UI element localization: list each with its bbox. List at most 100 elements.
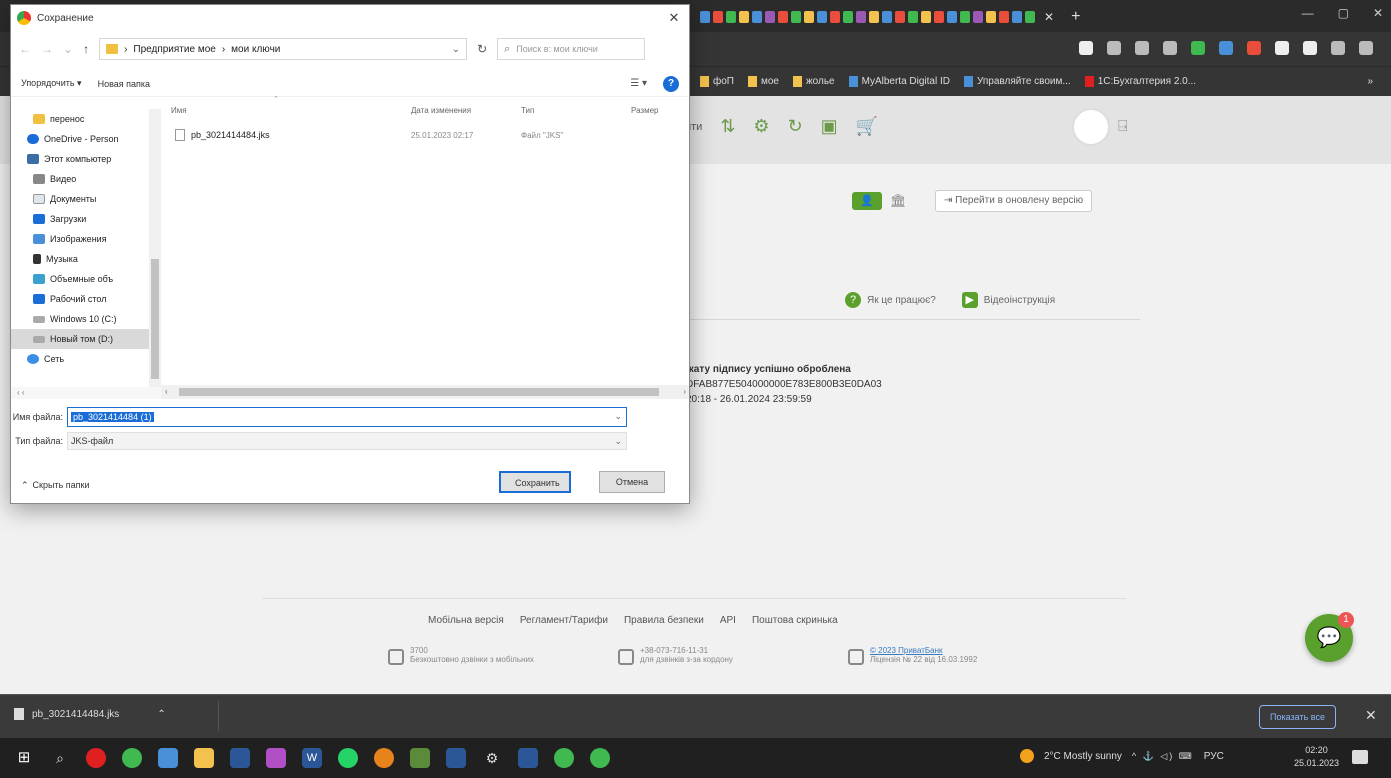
- tab-favicon[interactable]: [791, 11, 801, 23]
- nav-item-3d-objects[interactable]: Объемные объ: [11, 269, 149, 289]
- file-explorer-icon[interactable]: [194, 748, 214, 768]
- video-instructions-link[interactable]: ▶ Відеоінструкція: [961, 292, 1055, 308]
- organize-button[interactable]: Упорядочить ▾: [21, 78, 82, 89]
- tab-favicon[interactable]: [739, 11, 749, 23]
- settings-icon[interactable]: ⚙: [482, 748, 502, 768]
- notification-icon[interactable]: [1352, 750, 1368, 764]
- person-mode-icon[interactable]: 👤: [852, 192, 882, 210]
- footer-link[interactable]: Поштова скринька: [752, 615, 838, 626]
- breadcrumb-item[interactable]: мои ключи: [231, 44, 280, 55]
- bookmark-item[interactable]: жолье: [792, 76, 835, 87]
- breadcrumb-item[interactable]: Предприятие мое: [133, 44, 215, 55]
- settings-icon[interactable]: ⚙: [753, 116, 769, 137]
- opera-icon[interactable]: [86, 748, 106, 768]
- tab-favicon[interactable]: [869, 11, 879, 23]
- tab-favicon[interactable]: [843, 11, 853, 23]
- menu-kebab-icon[interactable]: [1359, 41, 1373, 55]
- tab-favicon[interactable]: [778, 11, 788, 23]
- column-type[interactable]: Тип: [511, 106, 621, 115]
- scrollbar-thumb[interactable]: [151, 259, 159, 379]
- tab-favicon[interactable]: [895, 11, 905, 23]
- tab-close-icon[interactable]: ✕: [1044, 10, 1054, 24]
- nav-item-desktop[interactable]: Рабочий стол: [11, 289, 149, 309]
- refresh-icon[interactable]: ↻: [788, 116, 803, 137]
- bookmarks-more-icon[interactable]: »: [1367, 76, 1373, 87]
- star-icon[interactable]: [1163, 41, 1177, 55]
- close-icon[interactable]: ✕: [659, 10, 689, 26]
- tab-favicon[interactable]: [999, 11, 1009, 23]
- scroll-right-icon[interactable]: ›: [683, 385, 686, 399]
- chrome-icon[interactable]: [554, 748, 574, 768]
- nav-horizontal-scrollbar[interactable]: ‹ ‹: [11, 387, 161, 399]
- tab-favicon[interactable]: [700, 11, 710, 23]
- chat-button[interactable]: 💬 1: [1305, 612, 1354, 662]
- scroll-left-icon[interactable]: ‹: [165, 385, 168, 399]
- nav-item-video[interactable]: Видео: [11, 169, 149, 189]
- refresh-icon[interactable]: ↻: [477, 42, 487, 56]
- nav-item-music[interactable]: Музыка: [11, 249, 149, 269]
- show-all-button[interactable]: Показать все: [1259, 705, 1336, 729]
- windows-start-icon[interactable]: ⊞: [14, 748, 34, 768]
- nav-item-downloads[interactable]: Загрузки: [11, 209, 149, 229]
- minimize-icon[interactable]: —: [1302, 6, 1314, 20]
- app-icon[interactable]: [230, 748, 250, 768]
- tab-favicon[interactable]: [856, 11, 866, 23]
- tab-favicon[interactable]: [804, 11, 814, 23]
- app-icon[interactable]: [446, 748, 466, 768]
- up-icon[interactable]: ↑: [83, 42, 89, 56]
- exchange-icon[interactable]: ⇅: [720, 116, 735, 137]
- google-icon[interactable]: [1079, 41, 1093, 55]
- tab-favicon[interactable]: [726, 11, 736, 23]
- tab-favicon[interactable]: [908, 11, 918, 23]
- search-icon[interactable]: ⌕: [50, 748, 70, 768]
- hide-folders-toggle[interactable]: ⌃ Скрыть папки: [21, 480, 90, 491]
- bookmark-item[interactable]: Управляйте своим...: [963, 76, 1071, 87]
- tab-favicon[interactable]: [882, 11, 892, 23]
- nav-scrollbar[interactable]: [149, 109, 161, 387]
- whatsapp-icon[interactable]: [338, 748, 358, 768]
- nav-item-drive-d[interactable]: Новый том (D:): [11, 329, 149, 349]
- key-icon[interactable]: [1107, 41, 1121, 55]
- bookmark-item[interactable]: MyAlberta Digital ID: [848, 76, 950, 87]
- filename-input[interactable]: pb_3021414484 (1) ⌄: [67, 407, 627, 427]
- bookmark-item[interactable]: мое: [747, 76, 779, 87]
- tab-favicon[interactable]: [921, 11, 931, 23]
- new-tab-icon[interactable]: +: [1071, 8, 1080, 26]
- column-name[interactable]: Имя: [161, 106, 401, 115]
- weather-icon[interactable]: [1020, 749, 1034, 763]
- save-button[interactable]: Сохранить: [499, 471, 571, 493]
- nav-item-network[interactable]: Сеть: [11, 349, 149, 369]
- tab-favicon[interactable]: [817, 11, 827, 23]
- profile-icon[interactable]: [1331, 41, 1345, 55]
- tab-icons[interactable]: ✕ +: [700, 6, 1080, 28]
- app-icon[interactable]: [374, 748, 394, 768]
- column-date[interactable]: Дата изменения: [401, 106, 511, 115]
- wallet-icon[interactable]: ▣: [821, 116, 838, 137]
- app-icon[interactable]: [518, 748, 538, 768]
- tab-favicon[interactable]: [1012, 11, 1022, 23]
- recent-dropdown-icon[interactable]: ⌄: [63, 42, 73, 56]
- bank-icon[interactable]: 🏛: [890, 193, 907, 209]
- puzzle-icon[interactable]: [1275, 41, 1289, 55]
- clock[interactable]: 02:20 25.01.2023: [1294, 744, 1339, 770]
- extension-icon[interactable]: [1191, 41, 1205, 55]
- tab-favicon[interactable]: [752, 11, 762, 23]
- help-icon[interactable]: ?: [663, 75, 679, 92]
- view-options-icon[interactable]: ☰ ▾: [630, 78, 647, 89]
- chevron-left-icon[interactable]: ‹ ‹: [17, 388, 25, 397]
- close-icon[interactable]: ✕: [1373, 6, 1383, 20]
- scrollbar-thumb[interactable]: [179, 388, 659, 396]
- chrome-icon[interactable]: [122, 748, 142, 768]
- extension-icon[interactable]: [1247, 41, 1261, 55]
- horizontal-scrollbar[interactable]: ‹ ›: [161, 385, 689, 399]
- tab-favicon[interactable]: [947, 11, 957, 23]
- tab-favicon[interactable]: [830, 11, 840, 23]
- nav-item-images[interactable]: Изображения: [11, 229, 149, 249]
- forward-icon[interactable]: →: [41, 42, 53, 56]
- chrome-icon[interactable]: [590, 748, 610, 768]
- chevron-down-icon[interactable]: ⌄: [614, 411, 622, 422]
- chevron-up-icon[interactable]: ⌃: [157, 709, 165, 720]
- filetype-select[interactable]: JKS-файл ⌄: [67, 432, 627, 450]
- privatbank-link[interactable]: © 2023 ПриватБанк: [870, 646, 977, 655]
- cart-icon[interactable]: 🛒: [856, 116, 878, 137]
